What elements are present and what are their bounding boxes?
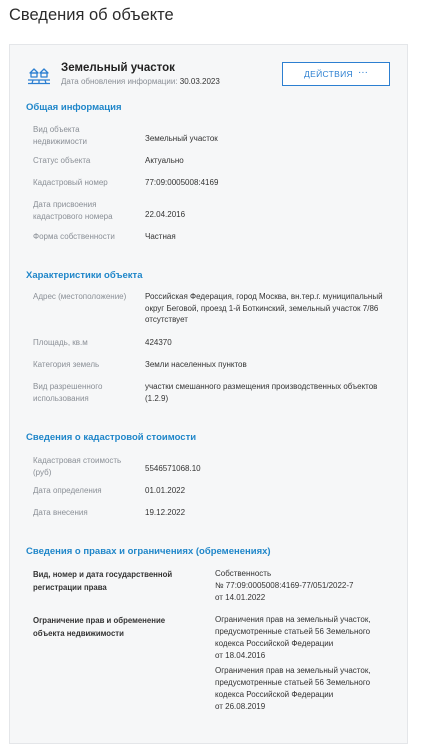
label-cadastral-value: Кадастровая стоимость (руб) [33, 456, 122, 477]
right-registration-type: Собственность [215, 569, 272, 578]
object-title: Земельный участок [61, 62, 175, 74]
value-permitted-use: участки смешанного размещения производст… [145, 382, 378, 403]
value-area: 424370 [145, 338, 172, 347]
label-land-category: Категория земель [33, 360, 100, 369]
value-assign-date: 22.04.2016 [145, 210, 186, 219]
label-ownership: Форма собственности [33, 232, 115, 241]
encumbrance-1-date: от 18.04.2016 [215, 651, 266, 660]
page-title: Сведения об объекте [9, 6, 174, 24]
label-right-registration: Вид, номер и дата государственной регист… [33, 570, 173, 592]
update-date: 30.03.2023 [179, 77, 220, 86]
update-label: Дата обновления информации: [61, 77, 178, 86]
label-determination-date: Дата определения [33, 486, 102, 495]
label-object-type: Вид объекта недвижимости [33, 125, 87, 146]
land-plot-icon [28, 68, 50, 85]
label-permitted-use: Вид разрешенного использования [33, 382, 103, 403]
value-determination-date: 01.01.2022 [145, 486, 186, 495]
section-title-cadastral-value: Сведения о кадастровой стоимости [26, 432, 197, 443]
value-object-type: Земельный участок [145, 134, 218, 143]
section-title-rights: Сведения о правах и ограничениях (обреме… [26, 546, 271, 557]
label-assign-date: Дата присвоения кадастрового номера [33, 200, 113, 221]
object-card: Земельный участок Дата обновления информ… [9, 44, 408, 744]
actions-label: ДЕЙСТВИЯ [304, 69, 353, 79]
label-area: Площадь, кв.м [33, 338, 88, 347]
value-land-category: Земли населенных пунктов [145, 360, 247, 369]
right-registration-date: от 14.01.2022 [215, 593, 266, 602]
encumbrance-1-text: Ограничения прав на земельный участок, п… [215, 615, 371, 648]
label-entry-date: Дата внесения [33, 508, 88, 517]
more-dots-icon: ··· [357, 66, 368, 78]
value-ownership: Частная [145, 232, 176, 241]
value-cadastral-value: 5546571068.10 [145, 464, 201, 473]
value-entry-date: 19.12.2022 [145, 508, 186, 517]
value-address: Российская Федерация, город Москва, вн.т… [145, 292, 383, 324]
section-title-general: Общая информация [26, 102, 122, 113]
label-status: Статус объекта [33, 156, 91, 165]
encumbrance-2-date: от 26.08.2019 [215, 702, 266, 711]
value-status: Актуально [145, 156, 184, 165]
label-encumbrances: Ограничение прав и обременение объекта н… [33, 616, 166, 638]
section-title-characteristics: Характеристики объекта [26, 270, 143, 281]
right-registration-number: № 77:09:0005008:4169-77/051/2022-7 [215, 581, 354, 590]
label-cadastral-number: Кадастровый номер [33, 178, 108, 187]
actions-button[interactable]: ДЕЙСТВИЯ ··· [282, 62, 390, 86]
value-cadastral-number: 77:09:0005008:4169 [145, 178, 219, 187]
encumbrance-2-text: Ограничения прав на земельный участок, п… [215, 666, 371, 699]
label-address: Адрес (местоположение) [33, 292, 127, 301]
update-info: Дата обновления информации: 30.03.2023 [61, 77, 220, 86]
